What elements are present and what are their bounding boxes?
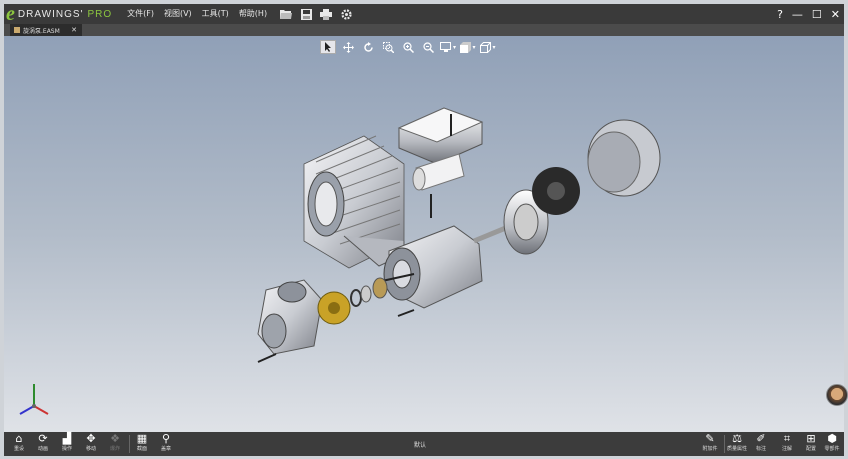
component-icon: ⬢ [827,432,837,445]
impeller[interactable] [317,291,351,325]
app-logo: e DRAWINGS' PRO [6,4,112,24]
attach-icon: ✎ [705,432,715,445]
menu-view[interactable]: 视图(V) [159,4,197,24]
window-controls: ? — ☐ ✕ [777,4,840,24]
mass-icon: ⚖ [732,432,742,445]
configuration-status: 默认 [414,442,427,449]
3d-viewport[interactable]: ▾ ▾ ▾ [4,36,844,432]
exploded-pump-model[interactable] [4,36,844,432]
attach-label: 附加件 [702,446,718,452]
annotation-button[interactable]: ⌗ 注解 [775,433,799,455]
component-label: 零部件 [824,446,840,452]
print-icon[interactable] [320,8,333,20]
annotation-icon: ⌗ [783,432,791,445]
markup-button[interactable]: ✐ 标注 [749,433,773,455]
menu-help[interactable]: 帮助(H) [234,4,272,24]
config-label: 配置 [805,446,816,452]
operate-label: 操作 [61,446,72,452]
capacitor[interactable] [412,153,465,218]
motor-housing[interactable] [303,135,405,269]
move-icon: ✥ [86,432,96,445]
menu-tools[interactable]: 工具(T) [197,4,234,24]
pump-housing[interactable] [257,279,323,363]
logo-brand: DRAWINGS' [17,8,84,20]
avatar[interactable] [826,384,848,406]
home-icon: ⌂ [15,432,23,445]
axis-triad [19,384,49,415]
menu-file[interactable]: 文件(F) [122,4,159,24]
animate-icon: ⟳ [38,432,48,445]
operate-button[interactable]: ▟ 操作 [55,433,79,455]
stamp-icon: ⚲ [161,432,171,445]
close-button[interactable]: ✕ [831,8,840,21]
open-icon[interactable] [280,8,293,20]
mass-label: 质量属性 [726,446,747,452]
tab-label: 旋涡泵.EASM [23,27,60,35]
fan-cover[interactable] [587,119,661,197]
save-icon[interactable] [300,8,312,20]
section-label: 截面 [136,446,147,452]
markup-label: 标注 [755,446,766,452]
section-button[interactable]: ▦ 截面 [130,433,154,455]
terminal-box-cover[interactable] [397,107,484,165]
document-tab-bar: 旋涡泵.EASM ✕ [4,24,844,36]
config-icon: ⊞ [806,432,816,445]
mass-properties-button[interactable]: ⚖ 质量属性 [725,433,749,455]
attach-button[interactable]: ✎ 附加件 [698,433,722,455]
settings-icon[interactable] [340,8,352,20]
bottom-toolbar: ⌂ 重设 ⟳ 动画 ▟ 操作 ✥ 移动 ❖ 爆炸 ▦ 截面 ⚲ 盖章 默认 ✎ … [4,432,844,456]
quick-access-toolbar [280,8,352,20]
stamp-label: 盖章 [160,446,171,452]
help-button[interactable]: ? [777,8,783,21]
explode-icon: ❖ [110,432,120,445]
logo-pro: PRO [87,8,113,20]
logo-e: e [6,3,15,25]
markup-icon: ✐ [756,432,766,445]
explode-button: ❖ 爆炸 [103,433,127,455]
assembly-file-icon [14,27,20,33]
minimize-button[interactable]: — [792,8,803,21]
restore-button[interactable]: ☐ [812,8,822,21]
component-button[interactable]: ⬢ 零部件 [820,433,844,455]
reset-label: 重设 [13,446,24,452]
section-icon: ▦ [136,432,148,445]
title-bar: e DRAWINGS' PRO 文件(F) 视图(V) 工具(T) 帮助(H) … [4,4,844,24]
operate-icon: ▟ [62,432,72,445]
annotation-label: 注解 [781,446,792,452]
menu-bar: 文件(F) 视图(V) 工具(T) 帮助(H) [122,4,272,24]
animate-button[interactable]: ⟳ 动画 [31,433,55,455]
explode-label: 爆炸 [109,446,120,452]
animate-label: 动画 [37,446,48,452]
move-label: 移动 [85,446,96,452]
cooling-fan[interactable] [532,167,580,215]
reset-button[interactable]: ⌂ 重设 [7,433,31,455]
tab-close-icon[interactable]: ✕ [71,26,77,34]
stamp-button[interactable]: ⚲ 盖章 [154,433,178,455]
tab-document[interactable]: 旋涡泵.EASM ✕ [10,24,82,36]
move-button[interactable]: ✥ 移动 [79,433,103,455]
